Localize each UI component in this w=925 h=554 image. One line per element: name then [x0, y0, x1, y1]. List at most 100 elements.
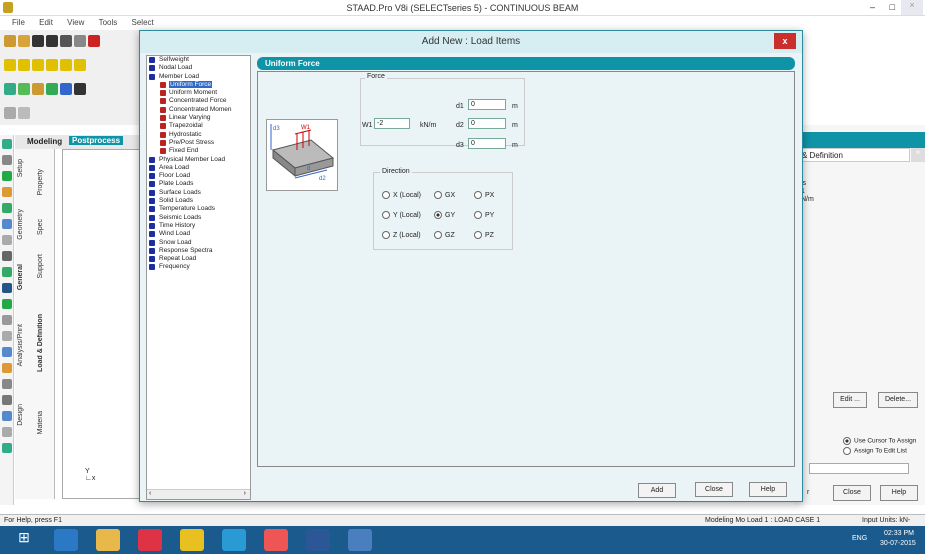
direction-radio[interactable]: GX — [434, 191, 455, 199]
model-viewport[interactable]: Y ∟x — [62, 149, 147, 499]
add-button[interactable]: Add — [638, 483, 676, 498]
view-icon[interactable] — [60, 59, 72, 71]
tab-postprocess[interactable]: Postprocess — [69, 136, 124, 145]
tool-icon[interactable] — [2, 235, 12, 245]
tool-icon[interactable] — [2, 411, 12, 421]
tab-analysis-print[interactable]: Analysis/Print — [17, 324, 24, 366]
tree-item[interactable]: Solid Loads — [147, 197, 250, 205]
use-cursor-option[interactable]: Use Cursor To Assign — [843, 437, 916, 445]
node-icon[interactable] — [18, 83, 30, 95]
word-icon[interactable] — [306, 529, 330, 551]
delete-icon[interactable] — [88, 35, 100, 47]
select-icon[interactable] — [4, 107, 16, 119]
media-icon[interactable] — [264, 529, 288, 551]
direction-radio[interactable]: PZ — [474, 231, 494, 239]
tree-item[interactable]: Trapezoidal — [147, 122, 250, 130]
print-icon[interactable] — [46, 35, 58, 47]
pane-close-button[interactable]: × — [911, 148, 925, 162]
tab-modeling[interactable]: Modeling — [27, 137, 62, 146]
skype-icon[interactable] — [222, 529, 246, 551]
view-icon[interactable] — [4, 59, 16, 71]
tree-item[interactable]: Pre/Post Stress — [147, 139, 250, 147]
select-icon[interactable] — [18, 107, 30, 119]
tab-general[interactable]: General — [17, 264, 24, 290]
direction-radio[interactable]: PX — [474, 191, 494, 199]
view-icon[interactable] — [32, 59, 44, 71]
menu-file[interactable]: File — [12, 18, 25, 27]
tree-item[interactable]: Uniform Force — [147, 80, 250, 89]
clock-time[interactable]: 02:33 PM — [884, 530, 914, 537]
tree-item[interactable]: Temperature Loads — [147, 205, 250, 213]
subtab-spec[interactable]: Spec — [37, 219, 44, 235]
delete-button[interactable]: Delete... — [878, 392, 918, 408]
tree-item[interactable]: Fixed End — [147, 147, 250, 155]
menu-view[interactable]: View — [67, 18, 84, 27]
tool-icon[interactable] — [2, 443, 12, 453]
explorer-icon[interactable] — [96, 529, 120, 551]
assign-field[interactable] — [809, 463, 909, 474]
tool-icon[interactable] — [2, 299, 12, 309]
tree-item[interactable]: Nodal Load — [147, 64, 250, 72]
tree-item[interactable]: Response Spectra — [147, 247, 250, 255]
minimize-button[interactable]: – — [870, 2, 875, 12]
clock-date[interactable]: 30-07-2015 — [880, 540, 916, 547]
tree-item[interactable]: Linear Varying — [147, 114, 250, 122]
tab-setup[interactable]: Setup — [17, 159, 24, 177]
settings-icon[interactable] — [74, 83, 86, 95]
copy-icon[interactable] — [74, 35, 86, 47]
tool-icon[interactable] — [2, 379, 12, 389]
tool-icon[interactable] — [2, 283, 12, 293]
subtab-support[interactable]: Support — [37, 254, 44, 279]
pointer-icon[interactable] — [2, 155, 12, 165]
direction-radio[interactable]: Z (Local) — [382, 231, 421, 239]
beam-icon[interactable] — [32, 83, 44, 95]
edit-list-option[interactable]: Assign To Edit List — [843, 447, 907, 455]
start-icon[interactable]: ⊞ — [12, 529, 36, 551]
tool-icon[interactable] — [2, 363, 12, 373]
tree-item[interactable]: Concentrated Momen — [147, 106, 250, 114]
subtab-load-definition[interactable]: Load & Definition — [37, 314, 44, 372]
tree-item[interactable]: Frequency — [147, 263, 250, 271]
tree-item[interactable]: Concentrated Force — [147, 97, 250, 105]
pane-help-button[interactable]: Help — [880, 485, 918, 501]
tree-item[interactable]: Wind Load — [147, 230, 250, 238]
close-button[interactable]: Close — [695, 482, 733, 497]
save-icon[interactable] — [32, 35, 44, 47]
direction-radio[interactable]: GY — [434, 211, 455, 219]
tree-item[interactable]: Snow Load — [147, 239, 250, 247]
direction-radio[interactable]: X (Local) — [382, 191, 421, 199]
tree-horizontal-scrollbar[interactable]: ‹ › — [147, 489, 250, 499]
tool-icon[interactable] — [2, 267, 12, 277]
edit-button[interactable]: Edit ... — [833, 392, 867, 408]
tool-icon[interactable] — [2, 331, 12, 341]
chrome-icon[interactable] — [138, 529, 162, 551]
tree-item[interactable]: Physical Member Load — [147, 156, 250, 164]
tree-item[interactable]: Hydrostatic — [147, 131, 250, 139]
pane-close-button-2[interactable]: Close — [833, 485, 871, 501]
tree-item[interactable]: Surface Loads — [147, 189, 250, 197]
w1-input[interactable]: -2 — [374, 118, 410, 129]
view-icon[interactable] — [74, 59, 86, 71]
tool-icon[interactable] — [2, 203, 12, 213]
direction-radio[interactable]: PY — [474, 211, 494, 219]
scroll-left-icon[interactable]: ‹ — [149, 490, 151, 497]
tool-icon[interactable] — [2, 251, 12, 261]
store-icon[interactable] — [180, 529, 204, 551]
cut-icon[interactable] — [60, 35, 72, 47]
solid-icon[interactable] — [60, 83, 72, 95]
tool-icon[interactable] — [2, 315, 12, 325]
help-button[interactable]: Help — [749, 482, 787, 497]
tool-icon[interactable] — [2, 171, 12, 181]
tree-item[interactable]: Time History — [147, 222, 250, 230]
tab-geometry[interactable]: Geometry — [17, 209, 24, 240]
menu-edit[interactable]: Edit — [39, 18, 53, 27]
open-icon[interactable] — [18, 35, 30, 47]
tree-item[interactable]: Floor Load — [147, 172, 250, 180]
direction-radio[interactable]: GZ — [434, 231, 455, 239]
ie-icon[interactable] — [54, 529, 78, 551]
menu-tools[interactable]: Tools — [99, 18, 118, 27]
tool-icon[interactable] — [2, 347, 12, 357]
d3-input[interactable]: 0 — [468, 138, 506, 149]
d1-input[interactable]: 0 — [468, 99, 506, 110]
menu-select[interactable]: Select — [132, 18, 154, 27]
